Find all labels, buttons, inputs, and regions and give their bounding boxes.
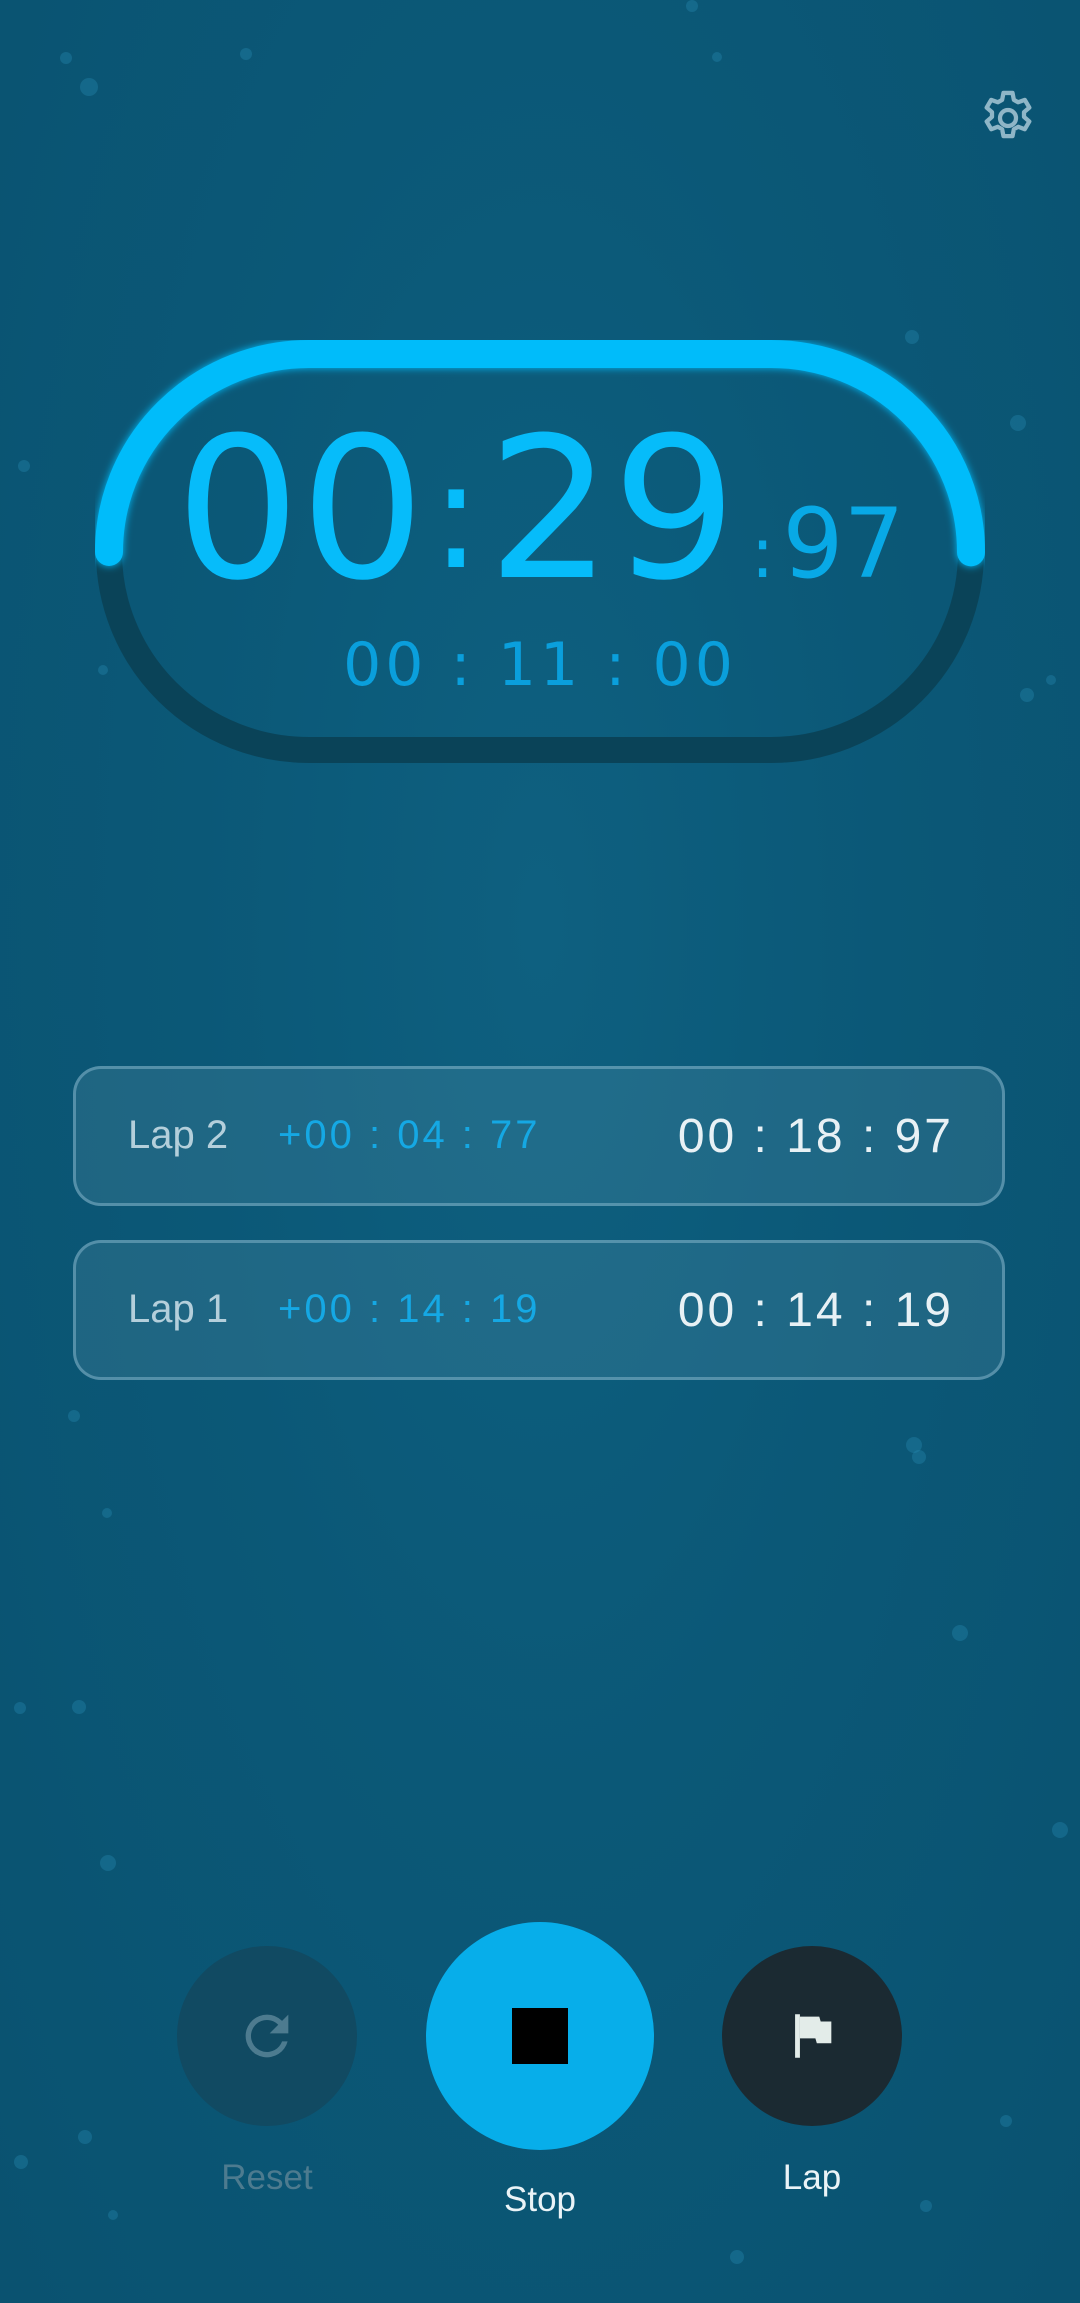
stop-icon <box>512 2008 568 2064</box>
lap-label: Lap 2 <box>128 1113 229 1157</box>
elapsed-hundredths: 97 <box>782 488 905 600</box>
lap-label: Lap 1 <box>128 1287 229 1331</box>
gear-icon <box>984 90 1032 139</box>
time-separator: : <box>750 512 775 594</box>
stop-label: Stop <box>504 2180 576 2219</box>
countdown-time: 00 : 11 : 00 <box>343 630 737 700</box>
elapsed-minutes: 00 <box>175 396 425 624</box>
reset-button[interactable] <box>177 1946 357 2126</box>
lap-row: Lap 2 +00 : 04 : 77 00 : 18 : 97 <box>73 1066 1005 1206</box>
lap-split: +00 : 04 : 77 <box>278 1113 541 1157</box>
lap-label: Lap <box>782 2158 842 2197</box>
lap-split: +00 : 14 : 19 <box>278 1287 541 1331</box>
reset-label: Reset <box>221 2158 313 2197</box>
stopwatch-display: 00:29:97 00 : 11 : 00 <box>95 340 985 765</box>
lap-button[interactable] <box>722 1946 902 2126</box>
elapsed-time: 00:29:97 <box>95 410 985 626</box>
lap-total-time: 00 : 18 : 97 <box>677 1110 954 1163</box>
refresh-icon <box>245 2014 289 2058</box>
stop-button[interactable] <box>426 1922 654 2150</box>
settings-button[interactable] <box>970 80 1046 156</box>
flag-icon <box>795 2014 832 2058</box>
elapsed-seconds: 29 <box>487 396 737 624</box>
lap-row: Lap 1 +00 : 14 : 19 00 : 14 : 19 <box>73 1240 1005 1380</box>
lap-total-time: 00 : 14 : 19 <box>677 1284 954 1337</box>
time-separator: : <box>430 429 482 603</box>
